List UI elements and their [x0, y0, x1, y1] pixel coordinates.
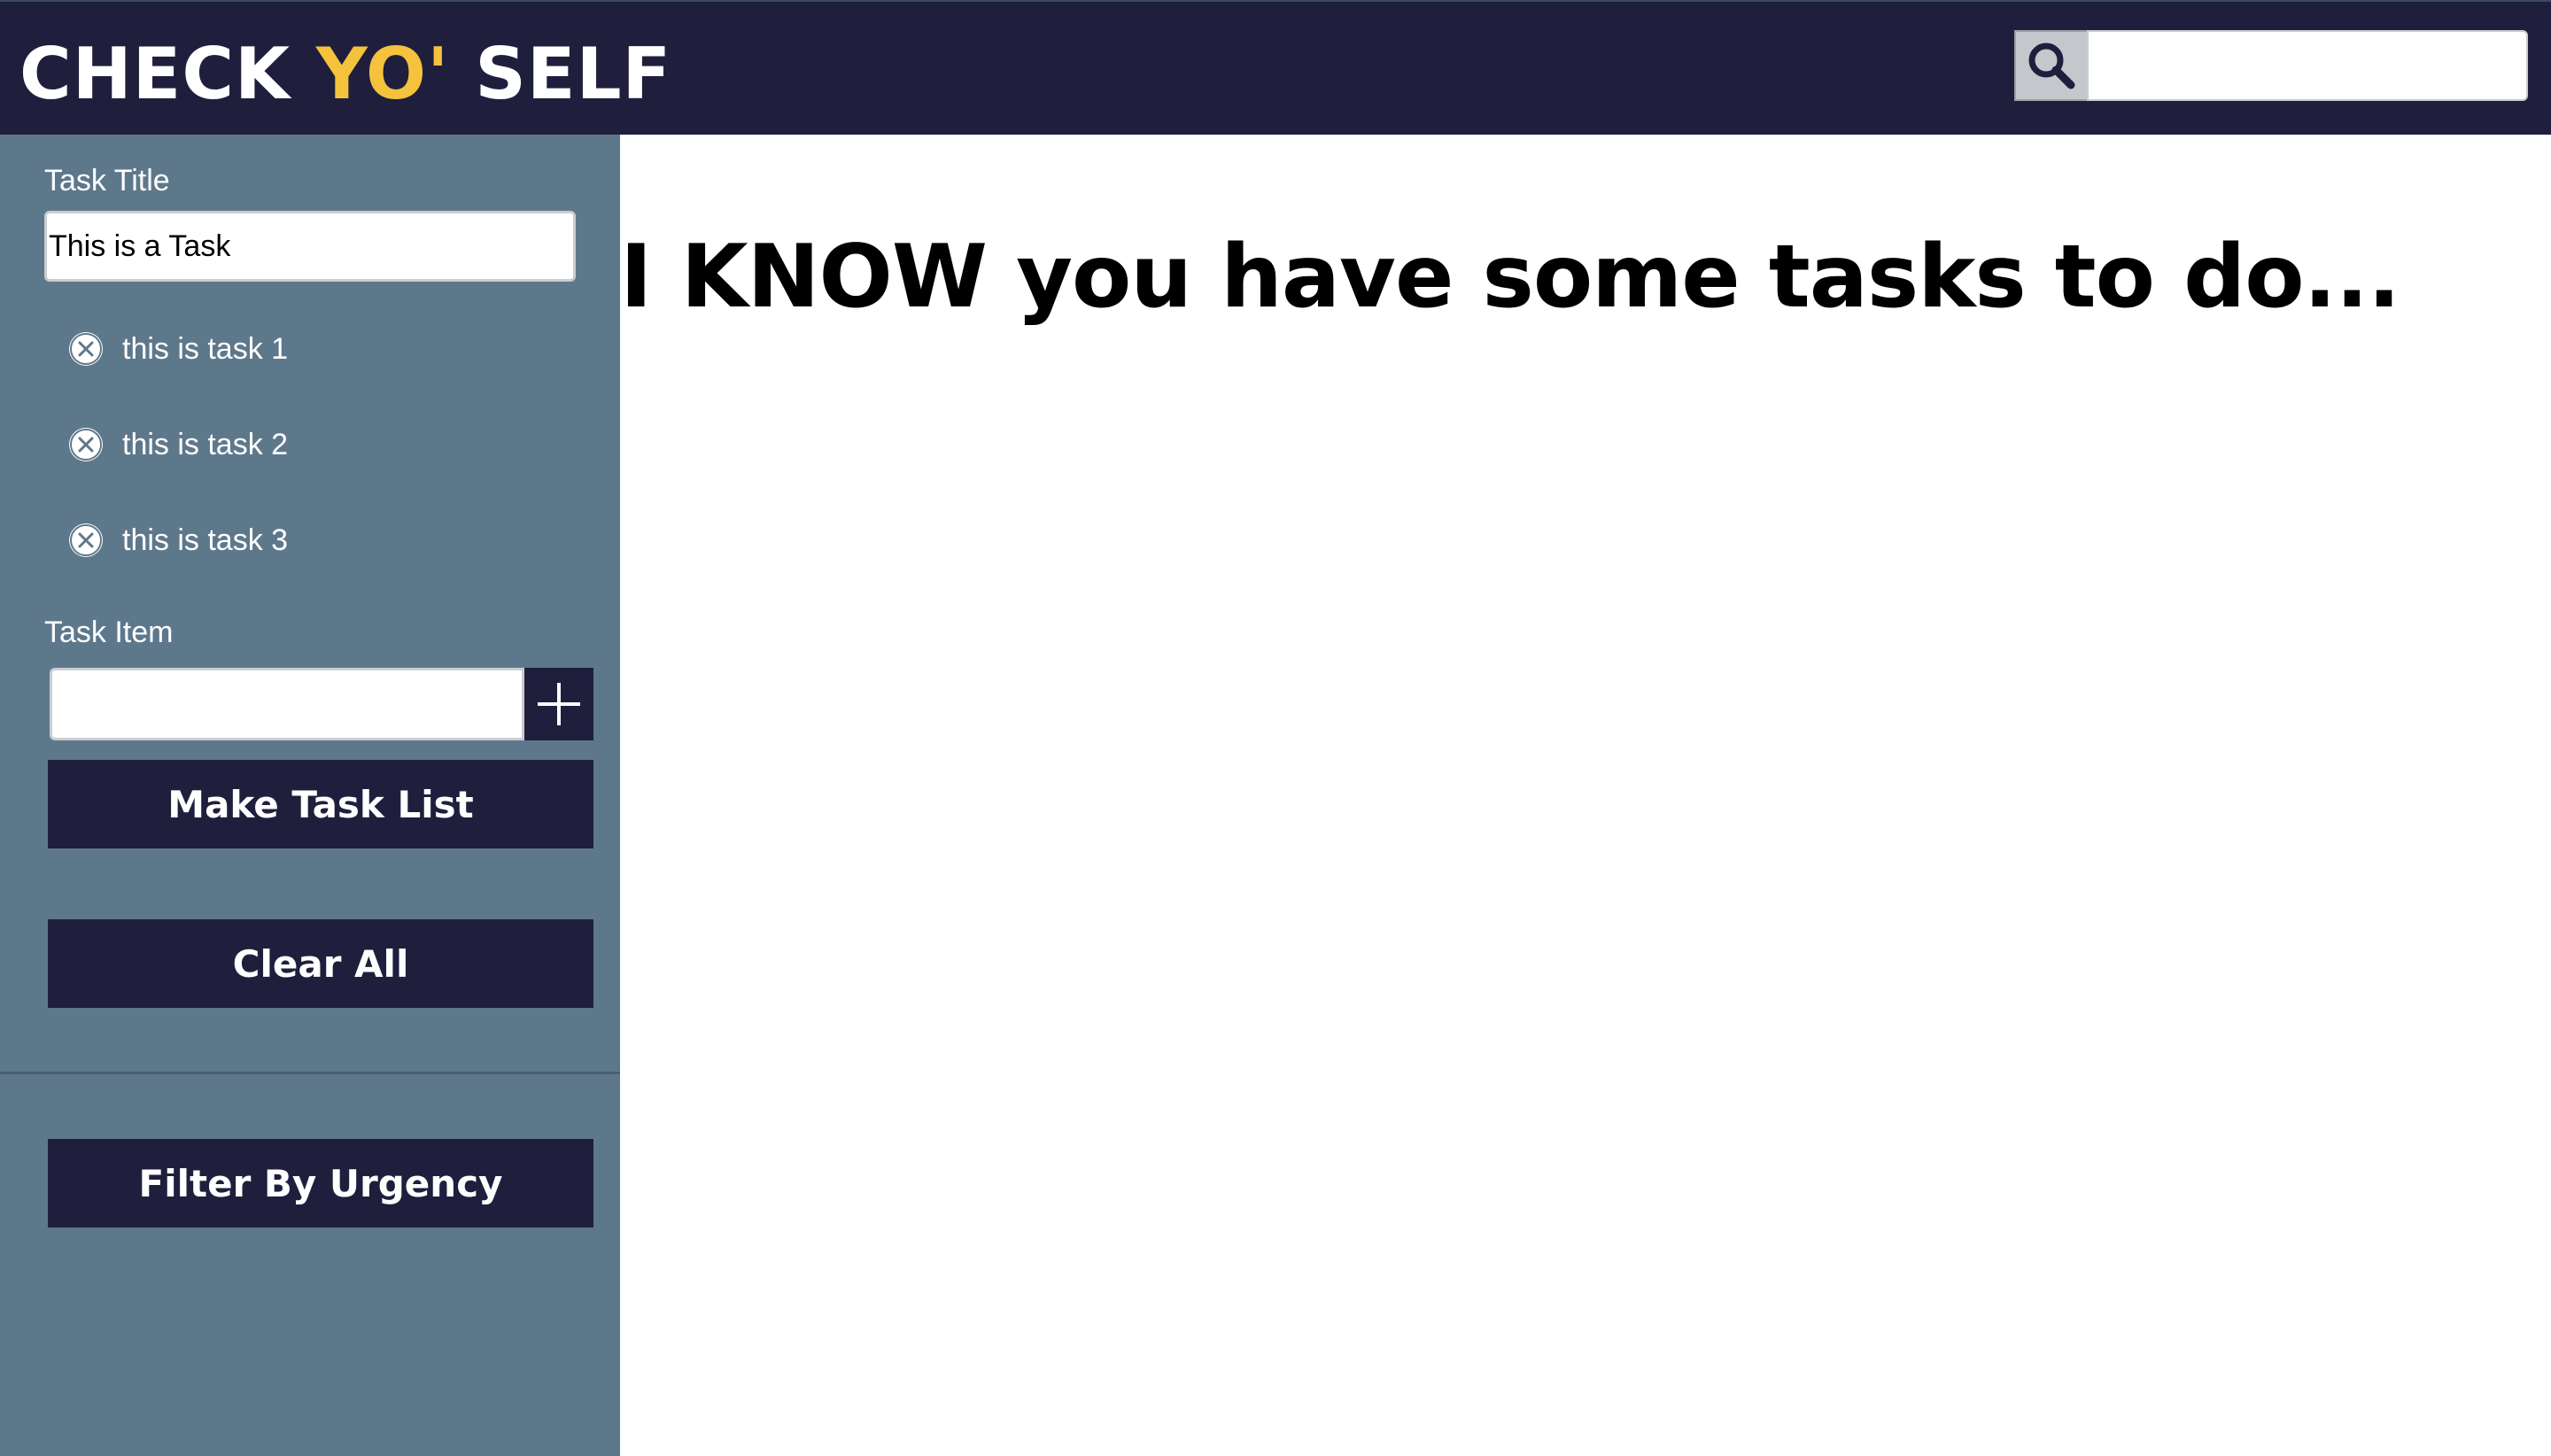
draft-task-label: this is task 2	[122, 427, 289, 461]
logo-text-self: SELF	[449, 33, 672, 115]
task-item-input[interactable]	[50, 668, 524, 740]
make-task-list-button[interactable]: Make Task List	[48, 760, 593, 848]
clear-all-button[interactable]: Clear All	[48, 919, 593, 1008]
draft-task-item: this is task 2	[69, 420, 288, 469]
logo-text-check: CHECK	[19, 33, 316, 115]
magnifier-icon	[2028, 43, 2075, 89]
sidebar-divider	[0, 1072, 620, 1074]
draft-task-item: this is task 3	[69, 515, 288, 565]
draft-task-item: this is task 1	[69, 324, 288, 374]
plus-icon	[538, 683, 580, 725]
task-title-label: Task Title	[44, 164, 170, 197]
empty-state-heading: I KNOW you have some tasks to do...	[620, 227, 2400, 328]
close-circle-icon[interactable]	[69, 428, 103, 461]
search-bar	[2014, 30, 2528, 101]
sidebar: Task Title this is task 1 this is ta	[0, 135, 620, 1456]
close-circle-icon[interactable]	[69, 523, 103, 557]
filter-by-urgency-button[interactable]: Filter By Urgency	[48, 1139, 593, 1228]
task-title-input[interactable]	[44, 211, 576, 282]
logo-text-yo: YO'	[315, 33, 450, 115]
app-header: CHECK YO' SELF	[0, 0, 2551, 135]
task-item-label: Task Item	[44, 616, 174, 649]
search-button[interactable]	[2014, 30, 2087, 101]
draft-task-label: this is task 1	[122, 331, 289, 366]
draft-task-label: this is task 3	[122, 523, 289, 557]
search-input[interactable]	[2087, 30, 2528, 101]
app-logo: CHECK YO' SELF	[19, 30, 671, 119]
close-circle-icon[interactable]	[69, 332, 103, 366]
add-task-item-button[interactable]	[524, 668, 593, 740]
